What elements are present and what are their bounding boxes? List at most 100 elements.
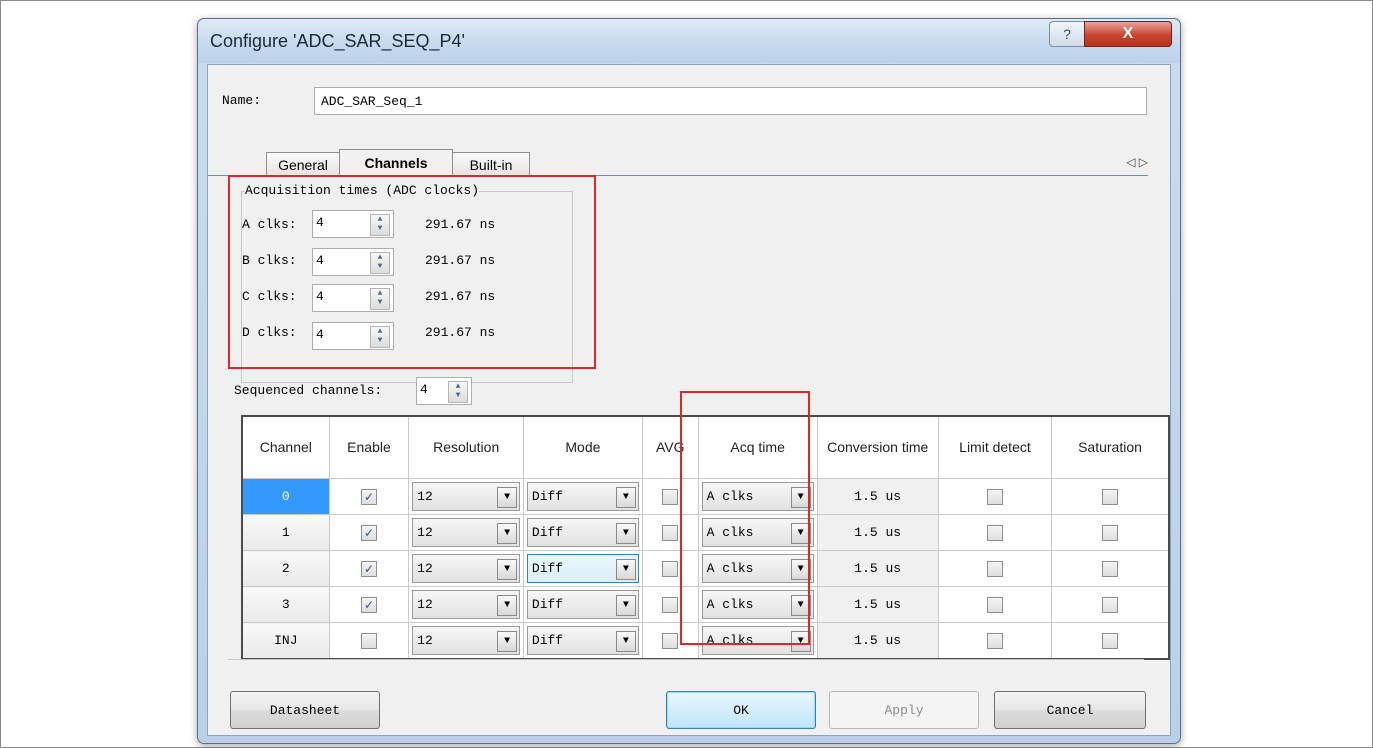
tab-scroll-arrows-icon[interactable]: ◁ ▷ xyxy=(1126,155,1148,169)
tab-channels[interactable]: Channels xyxy=(339,149,453,177)
mode-select[interactable]: Diff ▼ xyxy=(526,554,639,583)
mode-cell: Diff ▼ xyxy=(523,550,643,587)
resolution-select[interactable]: 12 ▼ xyxy=(412,518,521,547)
resolution-cell: 12 ▼ xyxy=(408,550,525,587)
saturation-checkbox[interactable] xyxy=(1102,488,1118,505)
dropdown-arrow-icon[interactable]: ▼ xyxy=(497,523,518,544)
saturation-cell xyxy=(1051,586,1170,623)
enable-checkbox[interactable] xyxy=(360,632,377,649)
conversion-time-cell: 1.5 us xyxy=(816,586,939,623)
sequenced-channels-label: Sequenced channels: xyxy=(234,383,383,398)
mode-select[interactable]: Diff ▼ xyxy=(526,482,639,511)
a-clks-label: A clks: xyxy=(242,217,297,232)
enable-cell xyxy=(328,622,410,660)
dialog-body: Name: ADC_SAR_Seq_1 General Channels Bui… xyxy=(207,64,1171,736)
saturation-checkbox[interactable] xyxy=(1102,632,1118,649)
header-limit-detect: Limit detect xyxy=(938,416,1053,479)
apply-button[interactable]: Apply xyxy=(829,691,979,729)
dropdown-arrow-icon[interactable]: ▼ xyxy=(497,595,518,616)
resolution-select[interactable]: 12 ▼ xyxy=(412,554,521,583)
avg-checkbox[interactable] xyxy=(662,596,679,613)
resolution-cell: 12 ▼ xyxy=(408,478,525,515)
header-conversion-time: Conversion time xyxy=(817,416,939,479)
resolution-cell: 12 ▼ xyxy=(408,586,525,623)
help-button[interactable]: ? xyxy=(1049,21,1085,47)
enable-checkbox[interactable]: ✓ xyxy=(360,488,377,505)
spinner-arrows-icon[interactable]: ▲ ▼ xyxy=(370,288,390,310)
channel-cell[interactable]: 3 xyxy=(241,586,330,623)
datasheet-button[interactable]: Datasheet xyxy=(230,691,380,729)
cancel-button[interactable]: Cancel xyxy=(994,691,1146,729)
acq-time-highlight-box xyxy=(680,391,810,645)
channel-cell[interactable]: 2 xyxy=(241,550,330,587)
c-clks-label: C clks: xyxy=(242,289,297,304)
mode-select[interactable]: Diff ▼ xyxy=(526,626,639,655)
enable-cell: ✓ xyxy=(328,514,410,551)
mode-select[interactable]: Diff ▼ xyxy=(526,590,639,619)
c-clks-spinner[interactable]: 4 ▲ ▼ xyxy=(312,284,394,312)
mode-select[interactable]: Diff ▼ xyxy=(526,518,639,547)
b-clks-spinner[interactable]: 4 ▲ ▼ xyxy=(312,248,394,276)
dropdown-arrow-icon[interactable]: ▼ xyxy=(615,631,636,652)
d-clks-spinner[interactable]: 4 ▲ ▼ xyxy=(312,322,394,350)
sequenced-channels-spinner[interactable]: 4 ▲ ▼ xyxy=(416,377,472,405)
resolution-select-value: 12 xyxy=(417,633,433,648)
resolution-cell: 12 ▼ xyxy=(408,622,525,660)
name-input[interactable]: ADC_SAR_Seq_1 xyxy=(314,87,1147,115)
a-clks-time: 291.67 ns xyxy=(425,217,496,232)
dropdown-arrow-icon[interactable]: ▼ xyxy=(615,595,636,616)
spinner-arrows-icon[interactable]: ▲ ▼ xyxy=(448,381,468,403)
limit-detect-checkbox[interactable] xyxy=(986,632,1003,649)
saturation-cell xyxy=(1051,550,1170,587)
limit-detect-checkbox[interactable] xyxy=(986,488,1003,505)
conversion-time-cell: 1.5 us xyxy=(816,514,939,551)
saturation-checkbox[interactable] xyxy=(1102,560,1118,577)
conversion-time-cell: 1.5 us xyxy=(816,622,939,660)
saturation-checkbox[interactable] xyxy=(1102,524,1118,541)
avg-checkbox[interactable] xyxy=(662,632,679,649)
dropdown-arrow-icon[interactable]: ▼ xyxy=(615,559,636,580)
spinner-arrows-icon[interactable]: ▲ ▼ xyxy=(370,326,390,348)
enable-checkbox[interactable]: ✓ xyxy=(360,596,377,613)
limit-detect-cell xyxy=(937,622,1053,660)
mode-select-value: Diff xyxy=(531,597,564,612)
mode-select-value: Diff xyxy=(531,489,564,504)
limit-detect-checkbox[interactable] xyxy=(986,560,1003,577)
mode-cell: Diff ▼ xyxy=(523,514,643,551)
limit-detect-checkbox[interactable] xyxy=(986,524,1003,541)
limit-detect-checkbox[interactable] xyxy=(986,596,1003,613)
close-button[interactable]: X xyxy=(1084,21,1172,47)
avg-checkbox[interactable] xyxy=(662,560,679,577)
spinner-arrows-icon[interactable]: ▲ ▼ xyxy=(370,214,390,236)
channel-cell[interactable]: INJ xyxy=(241,622,330,660)
dropdown-arrow-icon[interactable]: ▼ xyxy=(615,487,636,508)
tab-built-in[interactable]: Built-in xyxy=(452,152,530,177)
ok-button[interactable]: OK xyxy=(666,691,816,729)
spinner-arrows-icon[interactable]: ▲ ▼ xyxy=(370,252,390,274)
enable-checkbox[interactable]: ✓ xyxy=(360,524,377,541)
header-channel: Channel xyxy=(242,416,330,479)
resolution-select-value: 12 xyxy=(417,489,433,504)
dropdown-arrow-icon[interactable]: ▼ xyxy=(615,523,636,544)
a-clks-spinner[interactable]: 4 ▲ ▼ xyxy=(312,210,394,238)
resolution-select[interactable]: 12 ▼ xyxy=(412,626,521,655)
avg-checkbox[interactable] xyxy=(662,524,679,541)
avg-checkbox[interactable] xyxy=(662,488,679,505)
window-title: Configure 'ADC_SAR_SEQ_P4' xyxy=(210,31,465,51)
tab-general[interactable]: General xyxy=(266,152,340,177)
mode-cell: Diff ▼ xyxy=(523,586,643,623)
channel-cell[interactable]: 1 xyxy=(241,514,330,551)
b-clks-time: 291.67 ns xyxy=(425,253,496,268)
enable-cell: ✓ xyxy=(328,550,410,587)
dropdown-arrow-icon[interactable]: ▼ xyxy=(497,559,518,580)
title-bar: Configure 'ADC_SAR_SEQ_P4' ? X xyxy=(198,19,1180,63)
mode-cell: Diff ▼ xyxy=(523,622,643,660)
enable-checkbox[interactable]: ✓ xyxy=(360,560,377,577)
dropdown-arrow-icon[interactable]: ▼ xyxy=(497,631,518,652)
dropdown-arrow-icon[interactable]: ▼ xyxy=(497,487,518,508)
header-mode: Mode xyxy=(523,416,643,479)
resolution-select[interactable]: 12 ▼ xyxy=(412,482,521,511)
saturation-checkbox[interactable] xyxy=(1102,596,1118,613)
channel-cell[interactable]: 0 xyxy=(241,478,330,515)
resolution-select[interactable]: 12 ▼ xyxy=(412,590,521,619)
